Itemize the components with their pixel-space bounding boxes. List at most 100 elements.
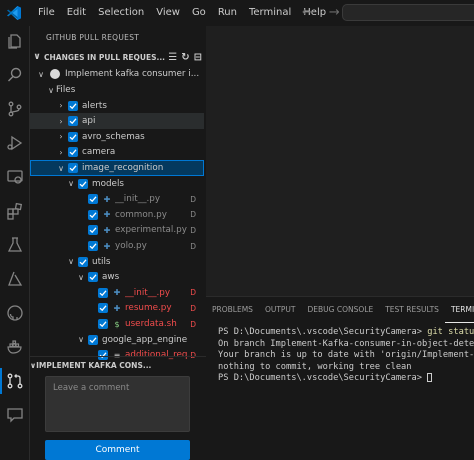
tree-item-label: google_app_engine xyxy=(102,334,188,345)
tree-item-label: yolo.py xyxy=(115,241,147,251)
pr-description-section-header[interactable]: ∨ IMPLEMENT KAFKA CONS... xyxy=(30,356,206,374)
viewed-checkbox[interactable] xyxy=(68,163,78,173)
chevron-right-icon[interactable]: › xyxy=(56,117,66,126)
source-control-icon[interactable] xyxy=(4,98,26,120)
chevron-down-icon[interactable]: ∨ xyxy=(66,257,76,266)
tree-file-item[interactable]: ✚ resume.py D xyxy=(30,300,204,316)
tree-folder-item[interactable]: ∨ image_recognition xyxy=(30,160,204,176)
shell-file-icon: $ xyxy=(114,319,120,329)
tree-folder-item[interactable]: › avro_schemas xyxy=(30,129,204,145)
tree-folder-item[interactable]: ∨ models xyxy=(30,176,204,192)
chevron-down-icon[interactable]: ∨ xyxy=(76,273,86,282)
tree-file-item[interactable]: $ userdata.sh D xyxy=(30,316,204,332)
tree-folder-item[interactable]: › api xyxy=(30,113,204,130)
viewed-checkbox[interactable] xyxy=(68,147,78,158)
tree-folder-item[interactable]: ∨ utils xyxy=(30,254,204,270)
pull-request-icon[interactable] xyxy=(4,370,26,392)
comment-button[interactable]: Comment xyxy=(45,440,190,460)
command-center-search[interactable] xyxy=(342,4,474,21)
menu-terminal[interactable]: Terminal xyxy=(243,0,297,26)
comments-icon[interactable] xyxy=(4,404,26,426)
file-status-badge: D xyxy=(190,303,196,313)
viewed-checkbox[interactable] xyxy=(98,319,108,329)
refresh-icon[interactable]: ↻ xyxy=(181,52,189,63)
tree-folder-item[interactable]: › alerts xyxy=(30,98,204,114)
azure-icon[interactable] xyxy=(4,268,26,290)
tree-item-label: api xyxy=(82,116,96,127)
viewed-checkbox[interactable] xyxy=(88,334,98,345)
chevron-down-icon: ∨ xyxy=(33,52,41,62)
menu-file[interactable]: File xyxy=(32,0,61,26)
menu-go[interactable]: Go xyxy=(186,0,212,26)
tab-test-results[interactable]: TEST RESULTS xyxy=(379,297,445,323)
tree-file-item[interactable]: ✚ yolo.py D xyxy=(30,238,204,254)
python-file-icon: ✚ xyxy=(103,241,111,251)
tree-file-item[interactable]: ✚ experimental.py D xyxy=(30,222,204,238)
menu-edit[interactable]: Edit xyxy=(61,0,92,26)
tab-debug-console[interactable]: DEBUG CONSOLE xyxy=(302,297,380,323)
tree-item-label: image_recognition xyxy=(82,163,164,173)
viewed-checkbox[interactable] xyxy=(78,256,88,267)
back-arrow-icon[interactable]: ← xyxy=(302,4,313,22)
chevron-right-icon[interactable]: › xyxy=(56,101,66,110)
tree-folder-item[interactable]: ∨ aws xyxy=(30,269,204,285)
chevron-right-icon[interactable]: › xyxy=(56,132,66,141)
testing-flask-icon[interactable] xyxy=(4,234,26,256)
menu-selection[interactable]: Selection xyxy=(92,0,150,26)
search-icon[interactable] xyxy=(4,64,26,86)
tree-item-label: avro_schemas xyxy=(82,131,145,142)
viewed-checkbox[interactable] xyxy=(98,303,108,314)
viewed-checkbox[interactable] xyxy=(78,178,88,189)
viewed-checkbox[interactable] xyxy=(88,241,98,251)
run-debug-icon[interactable] xyxy=(4,132,26,154)
collapse-all-icon[interactable]: ⊟ xyxy=(194,52,202,63)
vscode-logo-icon xyxy=(7,6,21,20)
viewed-checkbox[interactable] xyxy=(88,209,98,220)
tree-folder-item[interactable]: › camera xyxy=(30,144,204,160)
changes-section-header[interactable]: ∨ CHANGES IN PULL REQUES... ☰ ↻ ⊟ xyxy=(30,48,206,66)
bottom-panel: PROBLEMS OUTPUT DEBUG CONSOLE TEST RESUL… xyxy=(206,296,474,460)
tree-file-item[interactable]: ✚ common.py D xyxy=(30,207,204,223)
pull-request-item[interactable]: ∨ Implement kafka consumer i... xyxy=(30,66,204,82)
python-file-icon: ✚ xyxy=(113,303,121,313)
chevron-down-icon[interactable]: ∨ xyxy=(66,179,76,188)
viewed-checkbox[interactable] xyxy=(68,131,78,142)
forward-arrow-icon[interactable]: → xyxy=(329,4,340,22)
python-file-icon: ✚ xyxy=(103,225,111,235)
docker-icon[interactable] xyxy=(4,336,26,358)
python-file-icon: ✚ xyxy=(103,210,111,220)
chevron-down-icon[interactable]: ∨ xyxy=(56,164,66,173)
chevron-right-icon[interactable]: › xyxy=(56,148,66,157)
viewed-checkbox[interactable] xyxy=(68,116,78,127)
file-status-badge: D xyxy=(190,194,196,204)
tree-folder-item[interactable]: ∨ Files xyxy=(30,82,204,98)
viewed-checkbox[interactable] xyxy=(68,100,78,111)
terminal-line: nothing to commit, working tree clean xyxy=(218,361,412,372)
tree-item-label: resume.py xyxy=(125,303,172,314)
viewed-checkbox[interactable] xyxy=(88,194,98,205)
tree-folder-item[interactable]: ∨ google_app_engine xyxy=(30,332,204,348)
terminal-cursor xyxy=(427,373,433,382)
github-icon[interactable] xyxy=(4,302,26,324)
explorer-icon[interactable] xyxy=(4,30,26,52)
viewed-checkbox[interactable] xyxy=(98,287,108,298)
comment-input[interactable]: Leave a comment xyxy=(45,376,190,432)
tab-problems[interactable]: PROBLEMS xyxy=(206,297,259,323)
tab-terminal[interactable]: TERMINAL xyxy=(444,298,474,323)
viewed-checkbox[interactable] xyxy=(88,272,98,283)
tab-output[interactable]: OUTPUT xyxy=(259,297,302,323)
viewed-checkbox[interactable] xyxy=(88,225,98,236)
chevron-down-icon[interactable]: ∨ xyxy=(46,86,56,95)
terminal-prompt: PS D:\Documents\.vscode\SecurityCamera> xyxy=(218,327,428,337)
remote-explorer-icon[interactable] xyxy=(4,166,26,188)
tree-file-item[interactable]: ✚ __init__.py D xyxy=(30,191,204,207)
extensions-icon[interactable] xyxy=(4,200,26,222)
menu-run[interactable]: Run xyxy=(212,0,243,26)
checklist-icon[interactable]: ☰ xyxy=(168,52,177,63)
tree-file-item[interactable]: ✚ __init__.py D xyxy=(30,285,204,301)
chevron-down-icon: ∨ xyxy=(38,69,44,79)
menu-view[interactable]: View xyxy=(150,0,186,26)
chevron-down-icon[interactable]: ∨ xyxy=(76,335,86,344)
terminal-output[interactable]: PS D:\Documents\.vscode\SecurityCamera> … xyxy=(218,327,474,385)
terminal-line: On branch Implement-Kafka-consumer-in-ob… xyxy=(218,338,474,349)
